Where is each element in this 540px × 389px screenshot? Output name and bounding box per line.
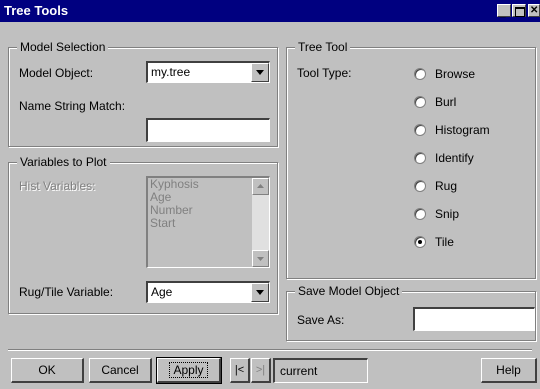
model-selection-legend: Model Selection: [17, 40, 109, 54]
close-button[interactable]: ✕: [528, 4, 540, 17]
title-bar[interactable]: Tree Tools _ ✕: [0, 0, 540, 22]
hist-variables-list[interactable]: Kyphosis Age Number Start: [146, 176, 270, 268]
save-as-label: Save As:: [297, 313, 345, 327]
hist-variables-label: Hist Variables:: [19, 179, 96, 193]
name-string-label: Name String Match:: [19, 99, 126, 113]
arrow-up-icon: [257, 184, 264, 188]
maximize-icon: [515, 7, 525, 17]
model-object-label: Model Object:: [19, 66, 94, 80]
name-string-input[interactable]: [146, 118, 270, 142]
first-record-button[interactable]: |<: [230, 358, 250, 383]
list-item[interactable]: Start: [148, 217, 269, 230]
apply-button[interactable]: Apply: [156, 357, 222, 384]
radio-label: Rug: [435, 179, 458, 193]
radio-label: Histogram: [435, 123, 490, 137]
current-record-field[interactable]: current: [273, 358, 368, 383]
save-as-input[interactable]: [413, 307, 535, 331]
scroll-down-button[interactable]: [252, 250, 269, 267]
radio-label: Burl: [435, 95, 457, 109]
radio-button[interactable]: [414, 208, 426, 220]
tool-type-label: Tool Type:: [297, 66, 352, 80]
model-object-dropdown[interactable]: my.tree: [146, 61, 270, 83]
variables-to-plot-legend: Variables to Plot: [17, 155, 110, 169]
tree-tools-dialog: Tree Tools _ ✕ Model Selection Model Obj…: [0, 0, 540, 389]
radio-label: Identify: [435, 151, 474, 165]
rug-tile-value: Age: [151, 285, 173, 299]
cancel-button[interactable]: Cancel: [89, 358, 152, 383]
radio-button[interactable]: [414, 68, 426, 80]
ok-button[interactable]: OK: [11, 358, 84, 383]
radio-label: Tile: [435, 235, 454, 249]
scroll-up-button[interactable]: [252, 178, 269, 195]
radio-button[interactable]: [414, 180, 426, 192]
divider: [8, 349, 532, 351]
radio-button-selected[interactable]: [414, 236, 426, 248]
chevron-down-icon[interactable]: [251, 283, 269, 302]
tree-tool-legend: Tree Tool: [295, 40, 351, 54]
help-button[interactable]: Help: [481, 358, 537, 383]
apply-label: Apply: [169, 362, 208, 378]
rug-tile-dropdown[interactable]: Age: [146, 281, 270, 303]
last-record-button[interactable]: >|: [251, 358, 271, 383]
radio-button[interactable]: [414, 96, 426, 108]
tree-tool-group: Tree Tool: [286, 40, 536, 279]
radio-label: Browse: [435, 67, 476, 81]
close-icon: ✕: [530, 5, 539, 16]
rug-tile-label: Rug/Tile Variable:: [19, 285, 114, 299]
save-model-object-legend: Save Model Object: [295, 284, 403, 298]
arrow-down-icon: [257, 257, 264, 261]
model-object-value: my.tree: [151, 65, 191, 79]
maximize-button[interactable]: [512, 4, 526, 17]
minimize-button[interactable]: _: [497, 4, 511, 19]
chevron-down-icon[interactable]: [251, 63, 269, 82]
radio-label: Snip: [435, 207, 460, 221]
window-title: Tree Tools: [4, 3, 69, 18]
radio-button[interactable]: [414, 152, 426, 164]
hist-scrollbar[interactable]: [252, 178, 269, 267]
radio-button[interactable]: [414, 124, 426, 136]
